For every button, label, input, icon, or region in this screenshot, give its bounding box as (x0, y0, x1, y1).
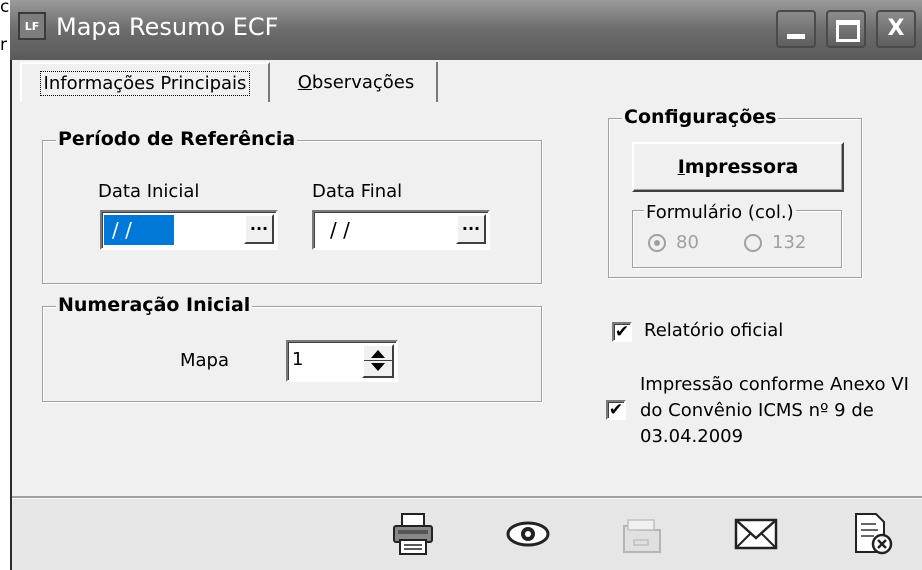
spin-up-icon[interactable] (371, 350, 385, 358)
mapa-label: Mapa (180, 350, 230, 371)
data-final-value[interactable]: / / (330, 215, 350, 245)
periodo-title: Período de Referência (56, 128, 298, 150)
bottom-toolbar (12, 499, 922, 570)
minimize-button[interactable] (776, 10, 816, 48)
relatorio-oficial-label[interactable]: Relatório oficial (644, 320, 783, 341)
data-inicial-picker-button[interactable]: ... (244, 214, 274, 244)
tab-label: Informações Principais (39, 70, 251, 96)
mapa-value[interactable]: 1 (292, 346, 303, 374)
data-final-label: Data Final (312, 181, 403, 202)
data-inicial-label: Data Inicial (98, 181, 200, 202)
close-document-icon[interactable] (846, 512, 898, 556)
radio-132-label[interactable]: 132 (772, 232, 806, 253)
printer-icon[interactable] (388, 512, 440, 556)
background-text-fragment: r (0, 35, 7, 55)
formulario-label: Formulário (col.) (644, 202, 796, 223)
radio-80[interactable] (648, 234, 666, 252)
anexo-vi-label[interactable]: Impressão conforme Anexo VI do Convênio … (640, 372, 920, 450)
data-final-picker-button[interactable]: ... (456, 214, 486, 244)
impressora-button[interactable]: Impressora (632, 142, 844, 192)
relatorio-oficial-checkbox[interactable]: ✔ (612, 322, 632, 342)
eye-icon[interactable] (502, 512, 554, 556)
tab-label: Observações (297, 71, 415, 93)
maximize-icon (836, 20, 860, 42)
anexo-vi-checkbox[interactable]: ✔ (606, 400, 626, 420)
tab-informacoes-principais[interactable]: Informações Principais (20, 62, 270, 102)
configuracoes-title: Configurações (622, 106, 779, 128)
spin-down-icon[interactable] (371, 363, 385, 371)
radio-132[interactable] (744, 234, 762, 252)
spin-divider (364, 360, 392, 361)
mapa-spin-buttons[interactable] (362, 344, 394, 378)
close-icon: X (887, 16, 905, 41)
folder-icon (623, 519, 661, 553)
app-icon[interactable]: LF (18, 12, 46, 40)
tab-observacoes[interactable]: Observações (276, 62, 438, 102)
data-inicial-value[interactable]: / / (104, 215, 174, 245)
background-text-fragment: c (0, 0, 10, 17)
radio-80-label[interactable]: 80 (676, 232, 699, 253)
maximize-button[interactable] (826, 10, 866, 48)
minimize-icon (787, 34, 805, 39)
radio-selected-dot (654, 240, 660, 246)
close-button[interactable]: X (876, 10, 916, 48)
mail-icon[interactable] (730, 512, 782, 556)
window-title: Mapa Resumo ECF (56, 13, 279, 41)
numeracao-title: Numeração Inicial (56, 294, 253, 316)
